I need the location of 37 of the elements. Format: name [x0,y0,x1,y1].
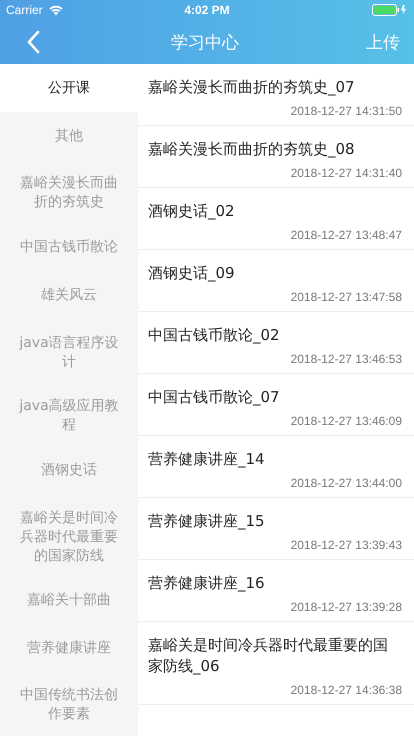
category-tab[interactable]: 雄关风云 [0,272,138,320]
course-title[interactable]: 营养健康讲座_14 [148,449,402,470]
course-date: 2018-12-27 13:47:58 [290,290,402,304]
category-tab[interactable]: 嘉峪关漫长而曲折的夯筑史 [0,160,138,224]
category-tab[interactable]: 其他 [0,112,138,160]
wifi-icon [48,4,64,16]
status-time: 4:02 PM [184,3,230,17]
course-title[interactable]: 营养健康讲座_15 [148,511,402,532]
course-date: 2018-12-27 13:46:09 [290,414,402,428]
course-title[interactable]: 嘉峪关漫长而曲折的夯筑史_08 [148,139,402,160]
category-tab[interactable]: 中国传统书法创作要素 [0,672,138,736]
category-tab[interactable]: 中国古钱币散论 [0,224,138,272]
category-tab[interactable]: 嘉峪关十部曲 [0,576,138,624]
course-title[interactable]: 中国古钱币散论_02 [148,325,402,346]
category-tab[interactable]: java语言程序设计 [0,320,138,384]
course-title[interactable]: 酒钢史话_09 [148,263,402,284]
course-title[interactable]: 中国古钱币散论_07 [148,387,402,408]
course-date: 2018-12-27 13:39:28 [290,600,402,614]
upload-button[interactable]: 上传 [366,30,400,54]
course-date: 2018-12-27 13:48:47 [290,228,402,242]
course-title[interactable]: 嘉峪关是时间冷兵器时代最重要的国家防线_06 [148,635,402,677]
category-tab[interactable]: 营养健康讲座 [0,624,138,672]
course-date: 2018-12-27 14:31:40 [290,166,402,180]
course-date: 2018-12-27 13:44:00 [290,476,402,490]
course-title[interactable]: 营养健康讲座_16 [148,573,402,594]
carrier-name: Carrier [6,3,43,17]
course-date: 2018-12-27 13:46:53 [290,352,402,366]
category-tab[interactable]: java高级应用教程 [0,383,138,447]
course-date: 2018-12-27 14:36:38 [290,683,402,697]
page-title: 学习中心 [171,32,239,54]
battery-icon [372,4,408,16]
category-tab[interactable]: 嘉峪关是时间冷兵器时代最重要的国家防线 [0,494,138,576]
course-date: 2018-12-27 14:31:50 [290,104,402,118]
course-date: 2018-12-27 13:39:43 [290,538,402,552]
course-title[interactable]: 嘉峪关漫长而曲折的夯筑史_07 [148,77,402,98]
category-tab[interactable]: 酒钢史话 [0,446,138,495]
course-title[interactable]: 酒钢史话_02 [148,201,402,222]
